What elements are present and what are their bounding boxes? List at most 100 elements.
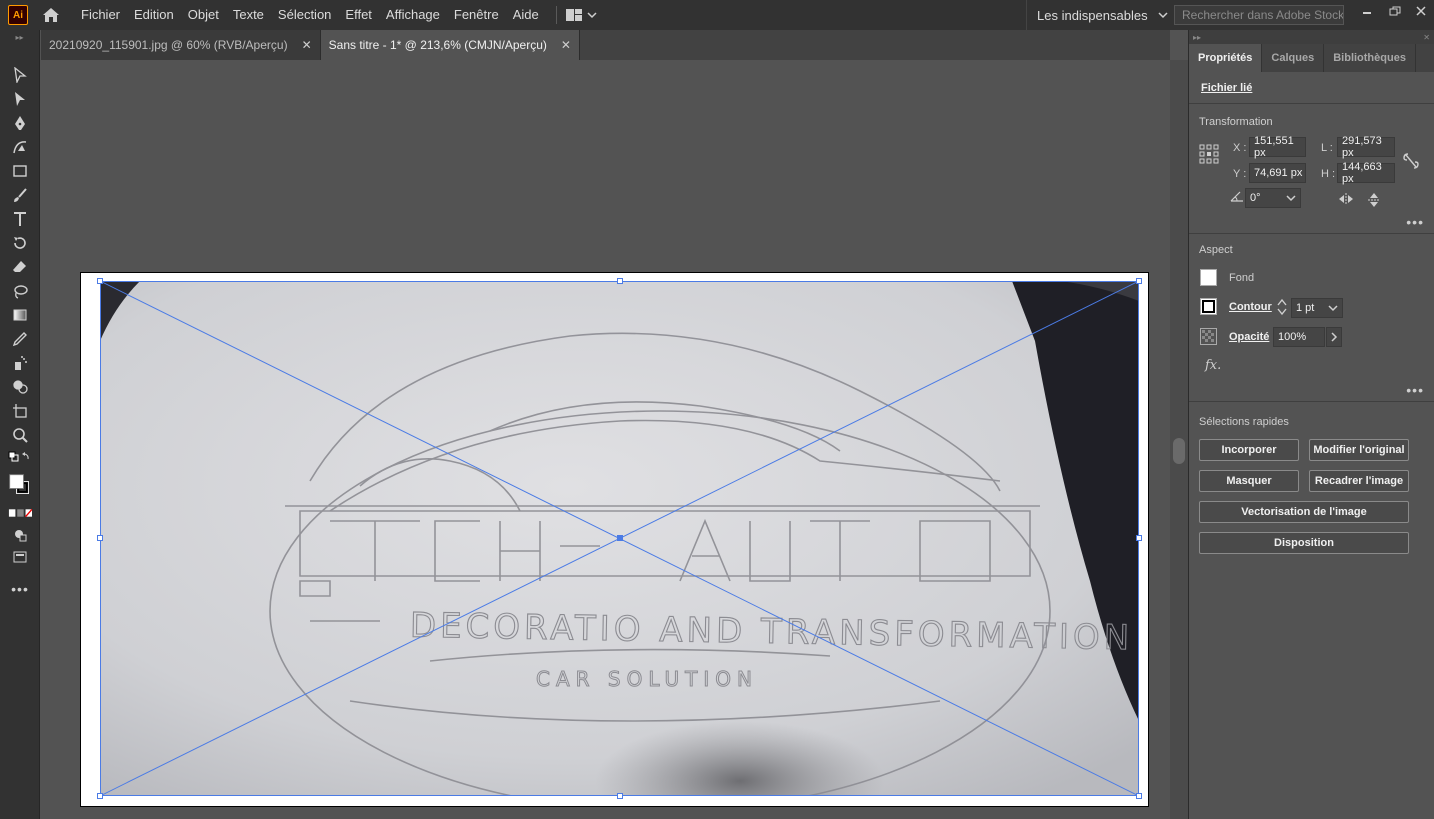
menu-effet[interactable]: Effet	[338, 0, 379, 30]
menu-texte[interactable]: Texte	[226, 0, 271, 30]
stroke-swatch[interactable]	[1200, 298, 1217, 315]
edit-original-button[interactable]: Modifier l'original	[1309, 439, 1409, 461]
menu-aide[interactable]: Aide	[506, 0, 546, 30]
rectangle-tool-icon[interactable]	[8, 160, 32, 182]
chevron-down-icon	[1286, 195, 1296, 202]
appearance-section: Aspect Fond Contour 1 pt Opacité 100% fx…	[1189, 234, 1434, 402]
rotation-value: 0°	[1250, 192, 1261, 204]
constrain-proportions-icon[interactable]	[1403, 152, 1419, 170]
fx-icon[interactable]: fx.	[1205, 358, 1221, 373]
embed-button[interactable]: Incorporer	[1199, 439, 1299, 461]
width-field[interactable]: 291,573 px	[1337, 135, 1395, 159]
screen-mode-icon[interactable]	[8, 546, 32, 568]
arrange-documents-button[interactable]	[565, 8, 597, 22]
appearance-title: Aspect	[1199, 244, 1233, 256]
tab-bibliotheques[interactable]: Bibliothèques	[1324, 44, 1416, 72]
rotate-angle-icon	[1230, 191, 1243, 202]
gradient-tool-icon[interactable]	[8, 304, 32, 326]
opacity-field[interactable]: 100%	[1273, 327, 1325, 347]
chevron-down-icon	[1328, 305, 1338, 312]
chevron-down-icon	[587, 12, 597, 19]
mask-button[interactable]: Masquer	[1199, 470, 1299, 492]
image-trace-button[interactable]: Vectorisation de l'image	[1199, 501, 1409, 523]
transform-section: Transformation X : 151,551 px Y : 74,691…	[1189, 104, 1434, 234]
close-window-button[interactable]	[1410, 2, 1432, 20]
stock-search-input[interactable]: Rechercher dans Adobe Stock	[1174, 5, 1344, 25]
zoom-tool-icon[interactable]	[8, 424, 32, 446]
x-field[interactable]: 151,551 px	[1249, 135, 1306, 159]
workspace-switcher[interactable]: Les indispensables	[1026, 0, 1168, 30]
fill-label: Fond	[1229, 272, 1255, 284]
flip-vertical-icon[interactable]	[1367, 192, 1381, 208]
height-field[interactable]: 144,663 px	[1337, 161, 1395, 185]
menu-objet[interactable]: Objet	[181, 0, 226, 30]
stroke-label[interactable]: Contour	[1229, 301, 1272, 313]
menu-edition[interactable]: Edition	[127, 0, 181, 30]
tools-panel: ▸▸ •••	[0, 30, 40, 819]
stroke-weight-value: 1 pt	[1296, 302, 1315, 314]
quick-actions-section: Sélections rapides Incorporer Modifier l…	[1189, 402, 1434, 562]
type-tool-icon[interactable]	[8, 208, 32, 230]
y-field[interactable]: 74,691 px	[1249, 163, 1306, 183]
color-mode-icons[interactable]	[8, 506, 32, 520]
curvature-tool-icon[interactable]	[8, 136, 32, 158]
tab-calques[interactable]: Calques	[1262, 44, 1325, 72]
direct-selection-tool-icon[interactable]	[8, 88, 32, 110]
scrollbar-thumb[interactable]	[1173, 438, 1185, 464]
fill-swatch[interactable]	[1200, 269, 1217, 286]
draw-mode-icon[interactable]	[8, 524, 32, 546]
close-icon	[1416, 6, 1426, 16]
eraser-tool-icon[interactable]	[8, 256, 32, 278]
transform-title: Transformation	[1199, 116, 1273, 128]
default-colors-icon[interactable]	[8, 450, 32, 466]
crop-image-button[interactable]: Recadrer l'image	[1309, 470, 1409, 492]
tab-proprietes[interactable]: Propriétés	[1189, 44, 1263, 72]
chevron-right-icon	[1331, 332, 1338, 342]
rotate-tool-icon[interactable]	[8, 232, 32, 254]
opacity-expand-button[interactable]	[1326, 327, 1342, 347]
illustrator-logo: Ai	[8, 5, 28, 25]
flip-horizontal-icon[interactable]	[1337, 192, 1355, 206]
menu-affichage[interactable]: Affichage	[379, 0, 447, 30]
workspace-label: Les indispensables	[1037, 7, 1148, 23]
y-label: Y :	[1233, 168, 1247, 180]
linked-file-label[interactable]: Fichier lié	[1201, 82, 1252, 94]
opacity-icon	[1200, 328, 1217, 345]
close-tab-icon[interactable]: ✕	[302, 38, 312, 52]
panel-grip[interactable]: ▸▸ ✕	[1189, 30, 1434, 44]
opacity-label[interactable]: Opacité	[1229, 331, 1269, 343]
arrange-documents-icon	[565, 9, 582, 21]
lasso-tool-icon[interactable]	[8, 280, 32, 302]
selection-tool-icon[interactable]	[8, 64, 32, 86]
edit-toolbar-more-icon[interactable]: •••	[8, 578, 32, 600]
home-icon[interactable]	[40, 4, 62, 26]
menu-fichier[interactable]: Fichier	[74, 0, 127, 30]
vertical-scrollbar[interactable]	[1170, 60, 1188, 819]
symbol-sprayer-tool-icon[interactable]	[8, 352, 32, 374]
tab-document-untitled[interactable]: Sans titre - 1* @ 213,6% (CMJN/Aperçu) ✕	[320, 30, 580, 60]
shape-builder-tool-icon[interactable]	[8, 376, 32, 398]
more-options-icon[interactable]: •••	[1406, 214, 1424, 230]
rotation-field[interactable]: 0°	[1245, 188, 1301, 208]
eyedropper-tool-icon[interactable]	[8, 328, 32, 350]
menu-items: Fichier Edition Objet Texte Sélection Ef…	[74, 0, 546, 30]
menu-selection[interactable]: Sélection	[271, 0, 338, 30]
h-label: H :	[1321, 168, 1336, 180]
paintbrush-tool-icon[interactable]	[8, 184, 32, 206]
stroke-stepper-icon[interactable]	[1277, 298, 1287, 316]
linked-file-section: Fichier lié	[1189, 72, 1434, 104]
tab-label: 20210920_115901.jpg @ 60% (RVB/Aperçu)	[49, 38, 288, 52]
more-options-icon[interactable]: •••	[1406, 382, 1424, 398]
stroke-weight-field[interactable]: 1 pt	[1291, 298, 1343, 318]
restore-button[interactable]	[1384, 2, 1406, 20]
fill-stroke-swatch[interactable]	[8, 470, 32, 500]
pen-tool-icon[interactable]	[8, 112, 32, 134]
menu-fenetre[interactable]: Fenêtre	[447, 0, 506, 30]
close-tab-icon[interactable]: ✕	[561, 38, 571, 52]
artboard-tool-icon[interactable]	[8, 400, 32, 422]
toolbar-grip[interactable]: ▸▸	[0, 30, 39, 44]
minimize-button[interactable]	[1356, 2, 1378, 20]
arrange-button[interactable]: Disposition	[1199, 532, 1409, 554]
reference-point-icon[interactable]	[1199, 144, 1219, 164]
tab-document-jpg[interactable]: 20210920_115901.jpg @ 60% (RVB/Aperçu) ✕	[41, 30, 321, 60]
